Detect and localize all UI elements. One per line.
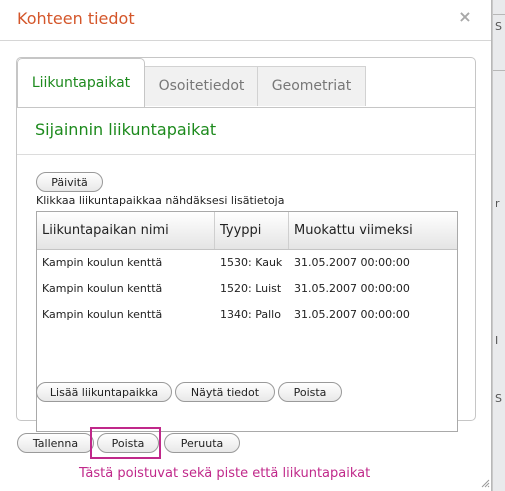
close-icon[interactable]: × (458, 9, 472, 25)
map-label: I (495, 334, 499, 347)
column-header-modified[interactable]: Muokattu viimeksi (289, 212, 457, 249)
table-row[interactable]: Kampin koulun kenttä 1340: Pallo 31.05.2… (37, 302, 457, 328)
delete-facility-button[interactable]: Poista (278, 382, 342, 402)
map-label: S (495, 392, 502, 405)
cell-type: 1340: Pallo (220, 308, 281, 321)
column-header-name[interactable]: Liikuntapaikan nimi (37, 212, 215, 249)
tab-panel: Liikuntapaikat Osoitetiedot Geometriat S… (16, 57, 476, 432)
tab-liikuntapaikat[interactable]: Liikuntapaikat (17, 58, 145, 107)
map-label: S (495, 20, 502, 33)
section-title: Sijainnin liikuntapaikat (35, 120, 217, 139)
save-button[interactable]: Tallenna (17, 433, 94, 453)
highlight-box (90, 427, 161, 459)
table-row[interactable]: Kampin koulun kenttä 1530: Kauk 31.05.20… (37, 250, 457, 276)
cell-name: Kampin koulun kenttä (42, 308, 163, 321)
table-row[interactable]: Kampin koulun kenttä 1520: Luist 31.05.2… (37, 276, 457, 302)
tab-bar: Liikuntapaikat Osoitetiedot Geometriat (17, 58, 475, 108)
instruction-text: Klikkaa liikuntapaikkaa nähdäksesi lisät… (36, 194, 285, 207)
cell-type: 1520: Luist (220, 282, 282, 295)
cell-modified: 31.05.2007 00:00:00 (294, 256, 410, 269)
cell-type: 1530: Kauk (220, 256, 283, 269)
map-label: r (495, 197, 500, 210)
table-header: Liikuntapaikan nimi Tyyppi Muokattu viim… (37, 212, 457, 250)
cell-modified: 31.05.2007 00:00:00 (294, 282, 410, 295)
annotation-text: Tästä poistuvat sekä piste että liikunta… (79, 466, 371, 481)
refresh-button[interactable]: Päivitä (36, 172, 103, 192)
add-facility-button[interactable]: Lisää liikuntapaikka (36, 382, 172, 402)
cell-modified: 31.05.2007 00:00:00 (294, 308, 410, 321)
column-header-type[interactable]: Tyyppi (215, 212, 289, 249)
tab-osoitetiedot[interactable]: Osoitetiedot (144, 66, 259, 106)
show-details-button[interactable]: Näytä tiedot (175, 382, 275, 402)
cancel-button[interactable]: Peruuta (164, 433, 240, 453)
dialog-titlebar[interactable]: Kohteen tiedot × (0, 0, 491, 41)
divider (17, 154, 475, 155)
map-background: S r I S (492, 0, 505, 491)
cell-name: Kampin koulun kenttä (42, 282, 163, 295)
dialog-title: Kohteen tiedot (17, 9, 135, 28)
feature-details-dialog: Kohteen tiedot × Liikuntapaikat Osoiteti… (0, 0, 492, 491)
resize-handle-icon[interactable] (480, 478, 490, 488)
tab-geometriat[interactable]: Geometriat (257, 66, 366, 106)
cell-name: Kampin koulun kenttä (42, 256, 163, 269)
